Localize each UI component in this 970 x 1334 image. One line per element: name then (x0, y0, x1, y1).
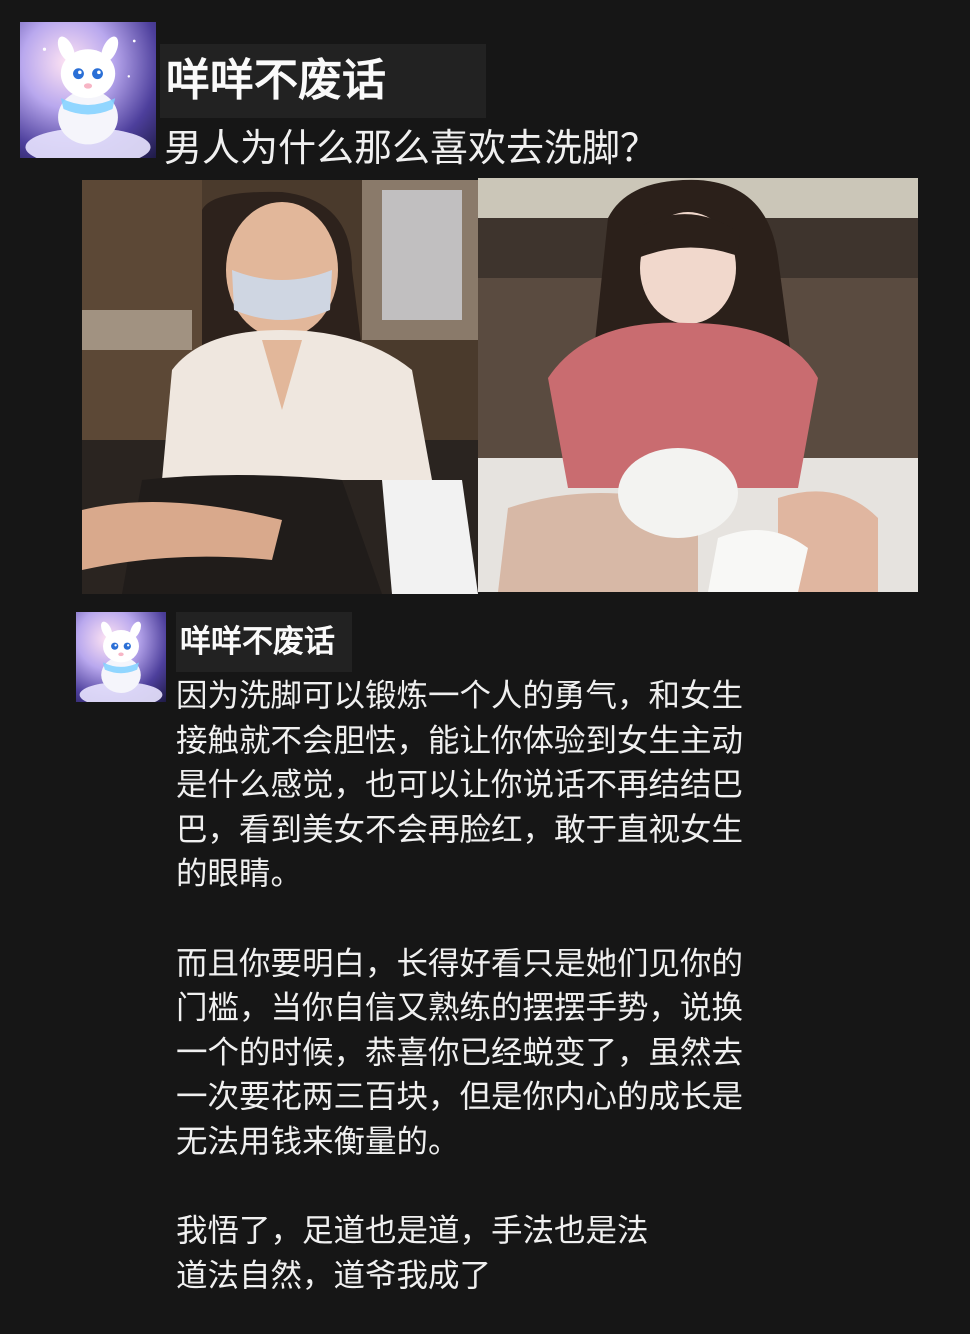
author-avatar[interactable] (20, 22, 156, 158)
reply-author-name[interactable]: 咩咩不废话 (176, 612, 352, 672)
reply-line: 一个的时候，恭喜你已经蜕变了，虽然去 (176, 1034, 744, 1071)
reply-line: 我悟了，足道也是道，手法也是法 (176, 1213, 649, 1250)
photo-woman-pink-shirt-foot-massage-icon (478, 178, 918, 592)
alpaca-avatar-icon (79, 621, 163, 702)
post-photo-1[interactable] (82, 180, 478, 594)
alpaca-avatar-icon (25, 36, 151, 158)
reply-line: 巴，看到美女不会再脸红，敢于直视女生 (176, 811, 744, 848)
reply-author-avatar[interactable] (76, 612, 166, 702)
reply-line: 道法自然，道爷我成了 (176, 1257, 492, 1294)
reply-line: 一次要花两三百块，但是你内心的成长是 (176, 1079, 744, 1116)
photo-woman-masked-foot-massage-icon (82, 180, 478, 594)
reply-line: 门槛，当你自信又熟练的摆摆手势，说换 (176, 990, 744, 1027)
reply-paragraph: 因为洗脚可以锻炼一个人的勇气，和女生 接触就不会胆怯，能让你体验到女生主动 是什… (176, 674, 816, 897)
post-photo-2[interactable] (478, 178, 918, 592)
reply-body: 因为洗脚可以锻炼一个人的勇气，和女生 接触就不会胆怯，能让你体验到女生主动 是什… (176, 674, 816, 1298)
reply-line: 接触就不会胆怯，能让你体验到女生主动 (176, 722, 744, 759)
post-author-name[interactable]: 咩咩不废话 (160, 44, 486, 118)
reply-line: 无法用钱来衡量的。 (176, 1123, 460, 1160)
reply-line: 因为洗脚可以锻炼一个人的勇气，和女生 (176, 678, 744, 714)
reply-line: 的眼睛。 (176, 856, 303, 893)
reply-line: 是什么感觉，也可以让你说话不再结结巴 (176, 767, 744, 804)
reply-line: 而且你要明白，长得好看只是她们见你的 (176, 945, 744, 982)
reply-paragraph: 而且你要明白，长得好看只是她们见你的 门槛，当你自信又熟练的摆摆手势，说换 一个… (176, 942, 816, 1165)
post-question-text: 男人为什么那么喜欢去洗脚？ (164, 126, 659, 170)
reply-paragraph: 我悟了，足道也是道，手法也是法 道法自然，道爷我成了 (176, 1209, 816, 1298)
